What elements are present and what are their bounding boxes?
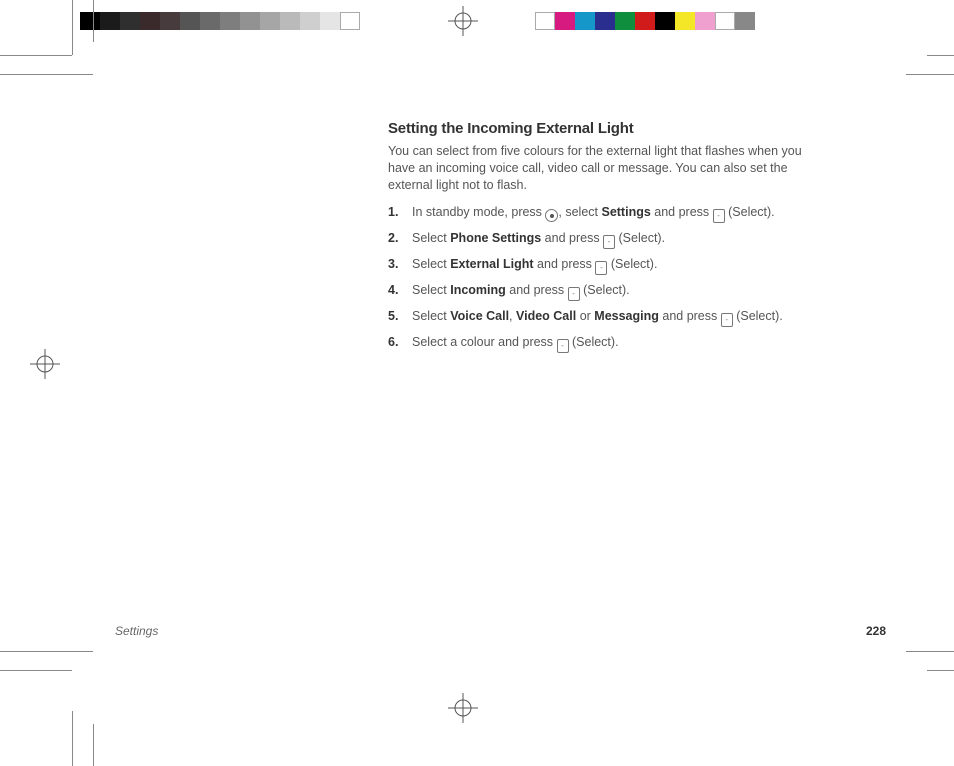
color-swatch <box>160 12 180 30</box>
crop-mark <box>927 55 954 56</box>
registration-mark-icon <box>30 349 60 379</box>
crop-mark <box>72 711 73 766</box>
crop-mark <box>0 670 72 671</box>
registration-mark-icon <box>448 693 478 723</box>
color-swatch <box>300 12 320 30</box>
crop-mark <box>93 724 94 766</box>
color-swatch <box>595 12 615 30</box>
softkey-icon: - <box>557 339 569 353</box>
step-number: 4. <box>388 282 398 299</box>
step-number: 2. <box>388 230 398 247</box>
softkey-icon: - <box>713 209 725 223</box>
crop-mark <box>0 55 72 56</box>
color-swatch <box>180 12 200 30</box>
color-swatch <box>675 12 695 30</box>
crop-mark <box>0 74 93 75</box>
color-swatch <box>240 12 260 30</box>
crop-mark <box>927 670 954 671</box>
softkey-icon: - <box>595 261 607 275</box>
center-key-icon <box>545 209 558 222</box>
softkey-icon: - <box>568 287 580 301</box>
page-title: Setting the Incoming External Light <box>388 120 828 137</box>
color-swatch <box>535 12 555 30</box>
softkey-icon: - <box>603 235 615 249</box>
color-swatch <box>100 12 120 30</box>
color-swatch <box>655 12 675 30</box>
color-swatch <box>615 12 635 30</box>
step-item: 1. In standby mode, press , select Setti… <box>388 204 828 223</box>
color-swatch <box>200 12 220 30</box>
step-item: 4. Select Incoming and press - (Select). <box>388 282 828 301</box>
color-swatch <box>220 12 240 30</box>
footer-page-number: 228 <box>866 624 886 638</box>
step-number: 3. <box>388 256 398 273</box>
step-number: 5. <box>388 308 398 325</box>
steps-list: 1. In standby mode, press , select Setti… <box>388 204 828 353</box>
crop-mark <box>906 651 954 652</box>
color-swatch <box>635 12 655 30</box>
page-content: Setting the Incoming External Light You … <box>388 120 828 360</box>
color-swatch <box>715 12 735 30</box>
printer-bar-right <box>535 12 755 30</box>
color-swatch <box>555 12 575 30</box>
step-item: 6. Select a colour and press - (Select). <box>388 334 828 353</box>
color-swatch <box>140 12 160 30</box>
intro-paragraph: You can select from five colours for the… <box>388 143 828 194</box>
color-swatch <box>695 12 715 30</box>
step-number: 6. <box>388 334 398 351</box>
color-swatch <box>120 12 140 30</box>
printer-bar-left <box>80 12 360 30</box>
footer-section: Settings <box>115 624 158 638</box>
crop-mark <box>93 0 94 42</box>
step-item: 3. Select External Light and press - (Se… <box>388 256 828 275</box>
color-swatch <box>575 12 595 30</box>
step-item: 5. Select Voice Call, Video Call or Mess… <box>388 308 828 327</box>
color-swatch <box>320 12 340 30</box>
registration-mark-icon <box>448 6 478 36</box>
softkey-icon: - <box>721 313 733 327</box>
color-swatch <box>340 12 360 30</box>
color-swatch <box>735 12 755 30</box>
color-swatch <box>280 12 300 30</box>
crop-mark <box>72 0 73 55</box>
step-item: 2. Select Phone Settings and press - (Se… <box>388 230 828 249</box>
crop-mark <box>906 74 954 75</box>
color-swatch <box>80 12 100 30</box>
crop-mark <box>0 651 93 652</box>
page-footer: Settings 228 <box>115 624 886 638</box>
step-number: 1. <box>388 204 398 221</box>
color-swatch <box>260 12 280 30</box>
